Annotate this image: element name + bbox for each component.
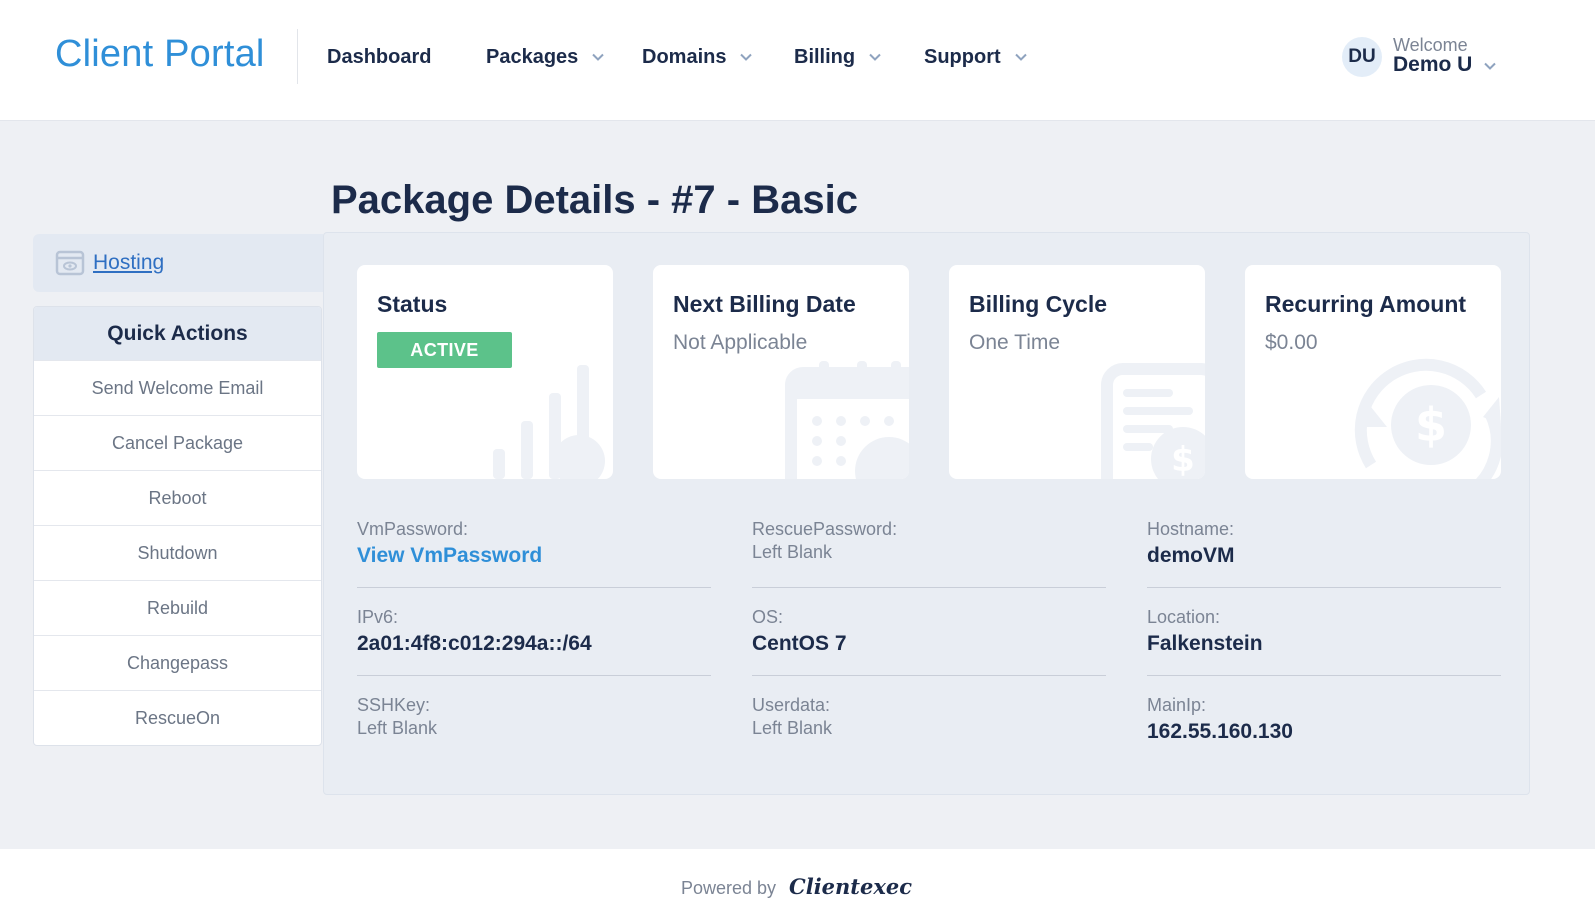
clientexec-logo[interactable]: Clientexec: [789, 874, 912, 899]
action-rescueon[interactable]: RescueOn: [34, 690, 321, 745]
chevron-down-icon: [592, 51, 605, 63]
invoice-icon: $: [1101, 363, 1205, 479]
quick-actions-title: Quick Actions: [34, 307, 321, 360]
detail-os: OS: CentOS 7: [752, 607, 1106, 656]
quick-actions-panel: Quick Actions Send Welcome Email Cancel …: [33, 306, 322, 746]
detail-label: Location:: [1147, 607, 1221, 627]
detail-value: Left Blank: [752, 718, 833, 738]
nav-dashboard[interactable]: Dashboard: [327, 42, 431, 72]
detail-label: MainIp:: [1147, 695, 1207, 715]
detail-userdata: Userdata: Left Blank: [752, 695, 1106, 739]
card-title: Billing Cycle: [969, 291, 1108, 317]
brand-divider: [297, 29, 298, 84]
svg-text:$: $: [1171, 440, 1195, 479]
detail-label: VmPassword:: [357, 519, 469, 539]
nav-billing[interactable]: Billing: [794, 42, 881, 72]
next-billing-date-card: Next Billing Date Not Applicable: [653, 265, 909, 479]
status-card: Status ACTIVE: [357, 265, 613, 479]
powered-by-label: Powered by: [681, 878, 777, 898]
detail-value: CentOS 7: [752, 632, 847, 655]
detail-label: SSHKey:: [357, 695, 431, 715]
action-changepass[interactable]: Changepass: [34, 635, 321, 690]
top-navigation-bar: Client Portal Dashboard Packages Domains…: [0, 0, 1595, 121]
detail-mainip: MainIp: 162.55.160.130: [1147, 695, 1501, 744]
nav-support[interactable]: Support: [924, 42, 1027, 72]
detail-value: demoVM: [1147, 544, 1235, 567]
detail-label: RescuePassword:: [752, 519, 898, 539]
detail-label: OS:: [752, 607, 784, 627]
divider: [752, 675, 1106, 676]
card-title: Next Billing Date: [673, 291, 856, 317]
action-shutdown[interactable]: Shutdown: [34, 525, 321, 580]
user-name: Demo U: [1393, 53, 1473, 76]
card-value: $0.00: [1265, 331, 1318, 354]
detail-hostname: Hostname: demoVM: [1147, 519, 1501, 568]
detail-label: Hostname:: [1147, 519, 1235, 539]
view-vmpassword-link[interactable]: View VmPassword: [357, 544, 711, 568]
action-cancel-package[interactable]: Cancel Package: [34, 415, 321, 470]
nav-label: Dashboard: [327, 45, 432, 68]
avatar: DU: [1342, 37, 1382, 77]
action-reboot[interactable]: Reboot: [34, 470, 321, 525]
divider: [357, 675, 711, 676]
detail-label: IPv6:: [357, 607, 399, 627]
divider: [1147, 587, 1501, 588]
calendar-icon: [785, 361, 909, 479]
divider: [1147, 675, 1501, 676]
recurring-amount-card: Recurring Amount $0.00 $: [1245, 265, 1501, 479]
chevron-down-icon: [1014, 51, 1027, 63]
detail-value: Falkenstein: [1147, 632, 1263, 655]
chart-icon: [493, 365, 605, 479]
detail-value: 162.55.160.130: [1147, 720, 1293, 743]
action-rebuild[interactable]: Rebuild: [34, 580, 321, 635]
detail-vmpassword: VmPassword: View VmPassword: [357, 519, 711, 568]
detail-sshkey: SSHKey: Left Blank: [357, 695, 711, 739]
card-value: Not Applicable: [673, 331, 808, 354]
detail-label: Userdata:: [752, 695, 831, 715]
user-menu[interactable]: DU Welcome Demo U: [1342, 35, 1502, 81]
detail-rescuepassword: RescuePassword: Left Blank: [752, 519, 1106, 563]
action-send-welcome-email[interactable]: Send Welcome Email: [34, 360, 321, 415]
nav-label: Support: [924, 45, 1001, 68]
chevron-down-icon: [869, 51, 881, 63]
chevron-down-icon: [740, 51, 753, 63]
chevron-down-icon: [1484, 59, 1496, 77]
divider: [357, 587, 711, 588]
detail-location: Location: Falkenstein: [1147, 607, 1501, 656]
nav-label: Billing: [794, 45, 856, 68]
card-title: Recurring Amount: [1265, 291, 1467, 317]
detail-value: Left Blank: [752, 542, 833, 562]
detail-value: 2a01:4f8:c012:294a::/64: [357, 632, 592, 655]
nav-label: Domains: [642, 45, 727, 68]
page-title: Package Details - #7 - Basic: [331, 178, 858, 222]
card-title: Status: [377, 291, 448, 317]
package-details-panel: Status ACTIVE Next Billing Date Not Appl…: [323, 232, 1530, 795]
detail-ipv6: IPv6: 2a01:4f8:c012:294a::/64: [357, 607, 711, 656]
sidebar-item-label: Hosting: [93, 251, 165, 274]
nav-domains[interactable]: Domains: [642, 42, 753, 72]
card-value: One Time: [969, 331, 1061, 354]
detail-value: Left Blank: [357, 718, 438, 738]
browser-window-icon: [55, 248, 85, 278]
nav-label: Packages: [486, 45, 579, 68]
svg-text:$: $: [1415, 398, 1447, 452]
billing-cycle-card: Billing Cycle One Time $: [949, 265, 1205, 479]
recurring-dollar-icon: $: [1354, 358, 1501, 479]
nav-packages[interactable]: Packages: [486, 42, 605, 72]
sidebar-item-hosting[interactable]: Hosting: [33, 234, 323, 292]
divider: [752, 587, 1106, 588]
brand-logo[interactable]: Client Portal: [55, 33, 265, 76]
